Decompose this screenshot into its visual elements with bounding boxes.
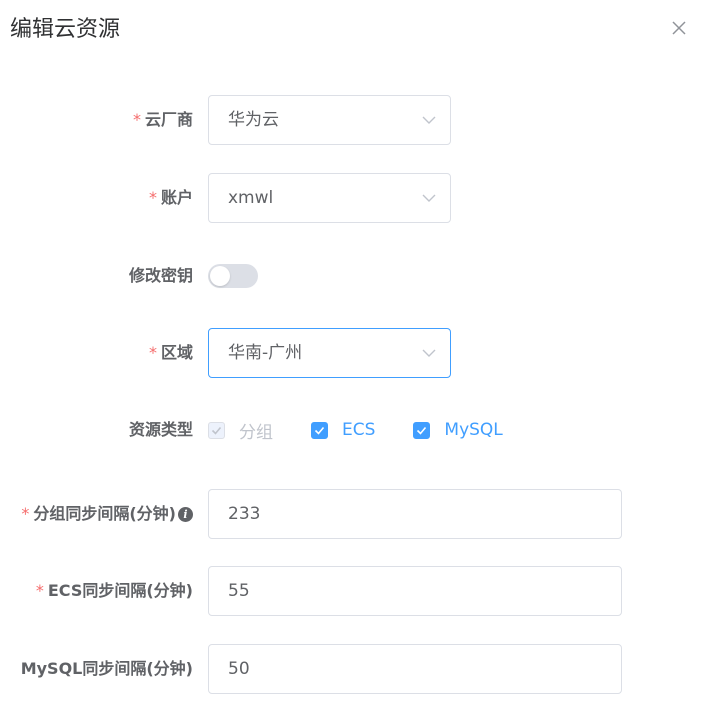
checkbox-box (208, 421, 225, 439)
switch-knob (210, 266, 230, 286)
resource-type-label: 资源类型 (128, 420, 193, 439)
form-row-mysql-sync-interval: MySQL同步间隔(分钟) (0, 644, 701, 694)
required-mark: * (21, 504, 30, 523)
cloud-vendor-label: * 云厂商 (132, 110, 193, 129)
cloud-vendor-select[interactable]: 华为云 (208, 95, 451, 145)
cloud-vendor-value: 华为云 (228, 110, 279, 130)
form-row-ecs-sync-interval: * ECS同步间隔(分钟) (0, 566, 701, 616)
region-label: * 区域 (148, 343, 193, 362)
check-icon (417, 426, 427, 435)
form-row-cloud-vendor: * 云厂商 华为云 (0, 95, 701, 145)
account-select[interactable]: xmwl (208, 173, 451, 223)
checkbox-box (311, 421, 328, 439)
check-icon (211, 426, 222, 435)
region-value: 华南-广州 (228, 343, 303, 363)
ecs-sync-interval-label: * ECS同步间隔(分钟) (35, 581, 193, 600)
close-button[interactable] (668, 17, 690, 39)
mysql-sync-interval-label: MySQL同步间隔(分钟) (20, 659, 193, 678)
group-sync-interval-input[interactable] (208, 489, 622, 539)
mysql-sync-interval-input[interactable] (208, 644, 622, 694)
form-row-region: * 区域 华南-广州 (0, 328, 701, 378)
required-mark: * (35, 581, 44, 600)
required-mark: * (148, 188, 157, 207)
check-icon (314, 426, 325, 435)
form-row-group-sync-interval: * 分组同步间隔(分钟) i (0, 489, 701, 539)
info-icon[interactable]: i (178, 506, 193, 522)
close-icon (672, 21, 686, 35)
ecs-sync-interval-input[interactable] (208, 566, 622, 616)
chevron-down-icon (422, 346, 436, 360)
required-mark: * (148, 343, 157, 362)
checkbox-box (413, 421, 431, 439)
modify-key-switch[interactable] (208, 264, 258, 288)
form-row-resource-type: 资源类型 分组 ECS MySQL (0, 418, 701, 443)
modify-key-label: 修改密钥 (128, 266, 193, 285)
account-label: * 账户 (148, 188, 193, 207)
chevron-down-icon (422, 191, 436, 205)
checkbox-mysql[interactable]: MySQL (413, 420, 503, 440)
form-row-modify-key: 修改密钥 (0, 264, 701, 288)
resource-type-checkbox-group: 分组 ECS MySQL (208, 418, 541, 443)
region-select[interactable]: 华南-广州 (208, 328, 451, 378)
dialog-title: 编辑云资源 (10, 17, 121, 42)
group-sync-interval-label: * 分组同步间隔(分钟) i (21, 504, 193, 524)
required-mark: * (132, 110, 141, 129)
chevron-down-icon (422, 113, 436, 127)
checkbox-ecs[interactable]: ECS (311, 420, 375, 440)
account-value: xmwl (228, 188, 274, 208)
checkbox-group-type[interactable]: 分组 (208, 418, 273, 443)
form-row-account: * 账户 xmwl (0, 173, 701, 223)
